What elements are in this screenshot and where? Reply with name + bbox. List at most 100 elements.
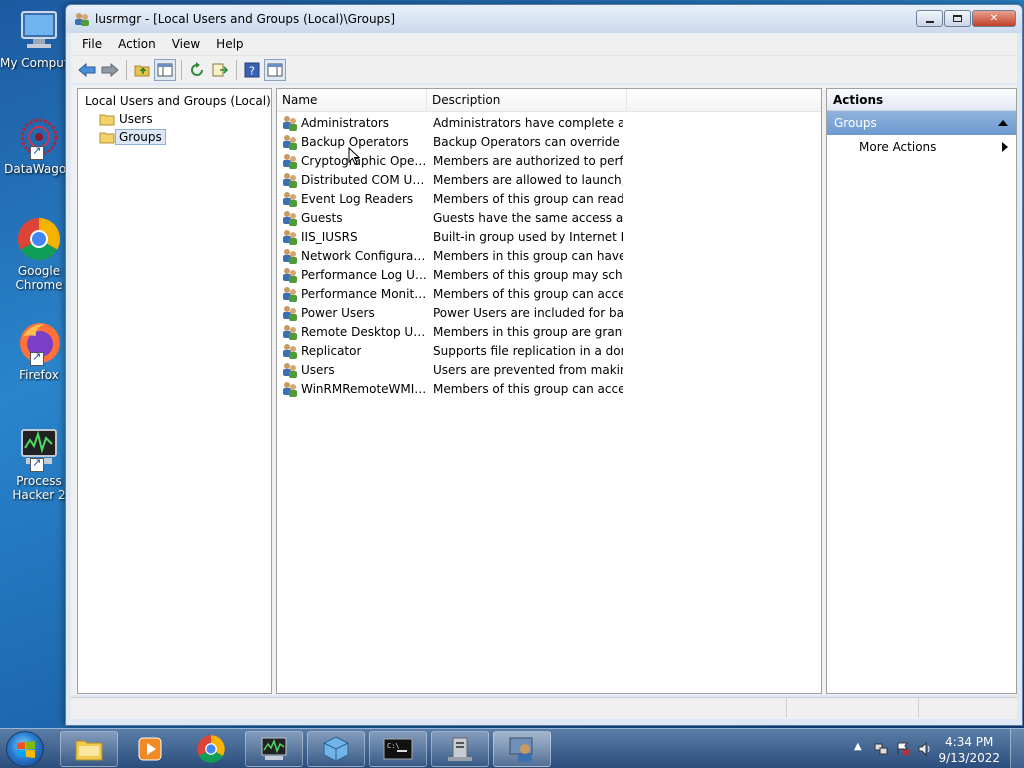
minimize-icon	[925, 20, 934, 23]
taskbar-process-hacker-button[interactable]	[245, 731, 303, 767]
folder-icon	[99, 132, 115, 143]
table-row[interactable]: Power Users Power Users are included for …	[277, 303, 821, 322]
taskbar-media-player-button[interactable]	[121, 731, 179, 767]
help-button[interactable]: ?	[241, 59, 263, 81]
group-name: Replicator	[301, 343, 362, 358]
status-section	[71, 698, 787, 718]
menu-file[interactable]: File	[74, 37, 110, 51]
taskbar-app-button[interactable]	[307, 731, 365, 767]
group-description: Members of this group may sche...	[433, 267, 623, 282]
group-icon	[283, 267, 297, 283]
forward-button[interactable]	[99, 59, 121, 81]
group-description: Supports file replication in a dom...	[433, 343, 623, 358]
tree-item-label: Users	[119, 112, 153, 126]
folder-icon	[75, 740, 103, 761]
table-row[interactable]: Event Log Readers Members of this group c…	[277, 189, 821, 208]
table-row[interactable]: Network Configuratio... Members in this g…	[277, 246, 821, 265]
table-row[interactable]: WinRMRemoteWMIU... Members of this group …	[277, 379, 821, 398]
tree-item-users[interactable]: Users	[78, 110, 271, 128]
taskbar-chrome-button[interactable]	[182, 731, 240, 767]
table-row[interactable]: Performance Monitor ... Members of this g…	[277, 284, 821, 303]
toolbar-separator	[236, 59, 237, 80]
taskbar-cmd-button[interactable]: C:\	[369, 731, 427, 767]
group-name-cell: Users	[277, 362, 427, 378]
back-arrow-icon	[78, 62, 96, 77]
group-description: Guests have the same access as m...	[433, 210, 623, 225]
start-button[interactable]	[6, 731, 44, 767]
table-row[interactable]: Guests Guests have the same access as m..…	[277, 208, 821, 227]
group-description: Members in this group are grante...	[433, 324, 623, 339]
volume-icon[interactable]	[918, 742, 932, 756]
column-header-empty	[627, 89, 821, 111]
taskbar-server-button[interactable]	[431, 731, 489, 767]
column-header-name[interactable]: Name	[277, 89, 427, 112]
column-header-description[interactable]: Description	[427, 89, 627, 112]
shortcut-arrow-icon	[30, 144, 44, 160]
chrome-icon	[16, 216, 62, 262]
network-icon[interactable]	[874, 742, 888, 756]
group-description: Members of this group can acces...	[433, 381, 623, 396]
group-icon	[283, 324, 297, 340]
list-header: Name Description	[277, 89, 821, 112]
system-tray: ▲ 4:34 PM 9/13/2022	[834, 729, 1024, 768]
minimize-button[interactable]	[916, 10, 943, 27]
show-hide-console-tree-button[interactable]	[154, 58, 176, 81]
table-row[interactable]: Performance Log Users Members of this gro…	[277, 265, 821, 284]
menu-view[interactable]: View	[164, 37, 208, 51]
folder-icon	[99, 114, 115, 125]
desktop-icon-label: Process Hacker 2	[12, 474, 66, 502]
maximize-button[interactable]	[944, 10, 971, 27]
tree-item-root[interactable]: Local Users and Groups (Local)	[78, 92, 271, 110]
mouse-cursor-icon	[348, 147, 360, 165]
tree-item-groups[interactable]: Groups	[78, 128, 271, 146]
group-name-cell: Performance Monitor ...	[277, 286, 427, 302]
table-row[interactable]: Users Users are prevented from making ...	[277, 360, 821, 379]
windows-logo-icon	[17, 741, 35, 758]
table-row[interactable]: IIS_IUSRS Built-in group used by Internet…	[277, 227, 821, 246]
back-button[interactable]	[76, 59, 98, 81]
taskbar-lusrmgr-button[interactable]	[493, 731, 551, 767]
show-hidden-icons-icon[interactable]: ▲	[854, 741, 868, 755]
close-button[interactable]: ✕	[972, 10, 1016, 27]
lusrmgr-window: lusrmgr - [Local Users and Groups (Local…	[65, 4, 1023, 726]
group-icon	[283, 305, 297, 321]
maximize-icon	[953, 15, 962, 22]
table-row[interactable]: Administrators Administrators have comple…	[277, 113, 821, 132]
group-description: Members of this group can read e...	[433, 191, 623, 206]
show-hide-action-pane-button[interactable]	[264, 58, 286, 81]
status-section	[787, 698, 919, 718]
title-bar[interactable]: lusrmgr - [Local Users and Groups (Local…	[66, 5, 1022, 33]
process-hacker-icon	[16, 426, 62, 472]
toolbar-separator	[181, 59, 182, 80]
group-icon	[283, 229, 297, 245]
group-name-cell: Network Configuratio...	[277, 248, 427, 264]
menu-action[interactable]: Action	[110, 37, 164, 51]
status-section	[919, 698, 1017, 718]
group-icon	[283, 343, 297, 359]
clock[interactable]: 4:34 PM 9/13/2022	[938, 734, 1000, 766]
group-description: Members in this group can have s...	[433, 248, 623, 263]
action-pane-icon	[267, 63, 283, 76]
clock-date: 9/13/2022	[938, 751, 1000, 765]
group-name-cell: Replicator	[277, 343, 427, 359]
taskbar-explorer-button[interactable]	[60, 731, 118, 767]
export-list-button[interactable]	[209, 59, 231, 81]
show-desktop-button[interactable]	[1010, 729, 1024, 768]
group-name-cell: Distributed COM Users	[277, 172, 427, 188]
more-actions-item[interactable]: More Actions	[827, 135, 1016, 159]
console-client-area: Local Users and Groups (Local) Users Gro…	[71, 85, 1017, 695]
group-name: Users	[301, 362, 335, 377]
group-name: Performance Log Users	[301, 267, 427, 282]
refresh-button[interactable]	[186, 59, 208, 81]
table-row[interactable]: Replicator Supports file replication in a…	[277, 341, 821, 360]
collapse-icon[interactable]	[998, 120, 1008, 126]
action-center-icon[interactable]	[896, 742, 910, 756]
users-groups-icon	[75, 13, 89, 26]
group-name: Network Configuratio...	[301, 248, 427, 263]
menu-help[interactable]: Help	[208, 37, 251, 51]
actions-group-groups[interactable]: Groups	[827, 111, 1016, 135]
table-row[interactable]: Remote Desktop Users Members in this grou…	[277, 322, 821, 341]
up-one-level-button[interactable]	[131, 59, 153, 81]
table-row[interactable]: Distributed COM Users Members are allowed…	[277, 170, 821, 189]
desktop-icon-label: Google Chrome	[15, 264, 63, 292]
